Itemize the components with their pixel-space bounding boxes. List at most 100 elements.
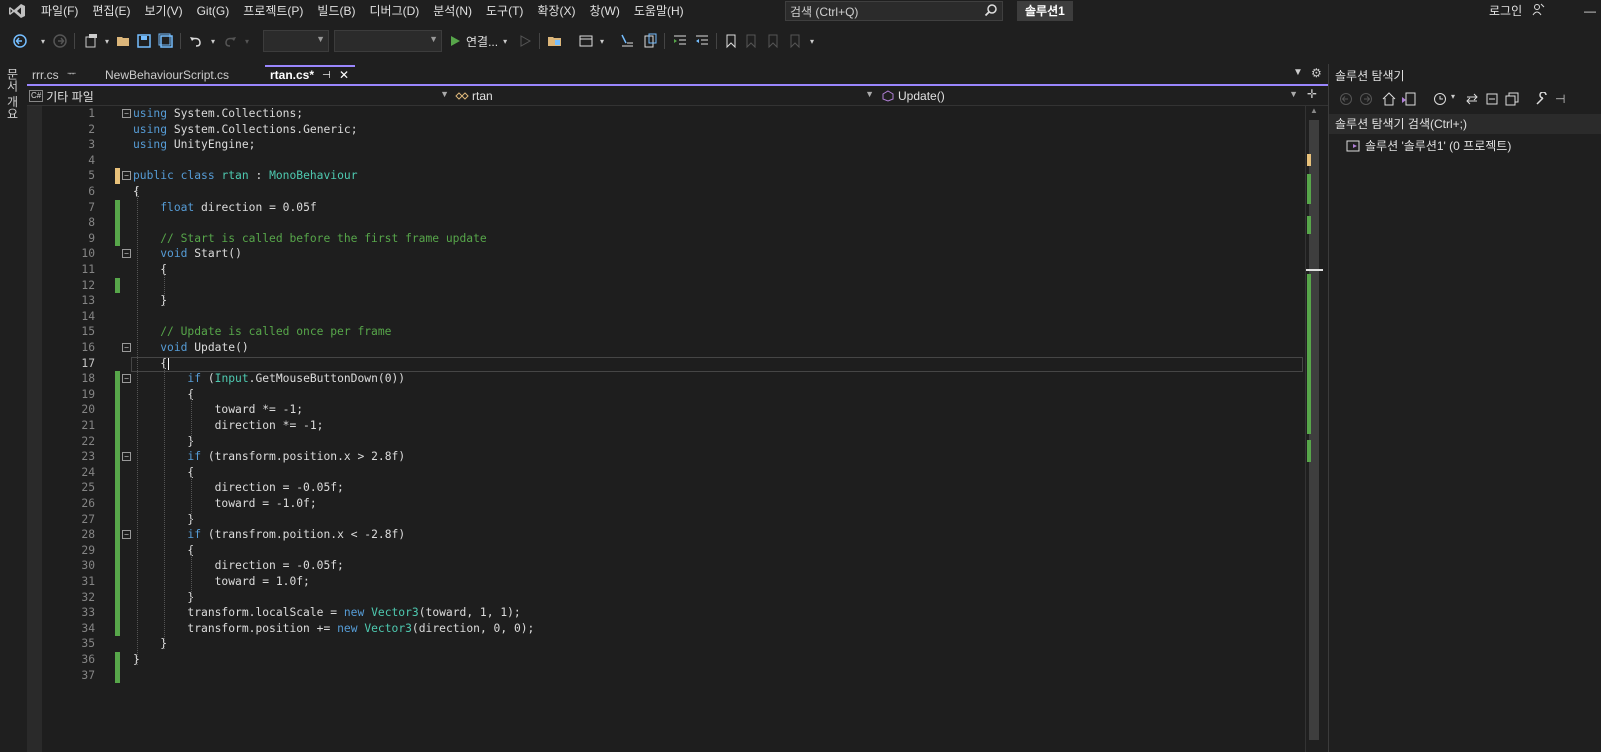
code-line[interactable]: 1 − using System.Collections;	[27, 106, 1305, 122]
tab-rrr[interactable]: rrr.cs ᅲ	[27, 65, 100, 85]
properties-wrench-icon[interactable]	[1535, 91, 1549, 109]
split-editor-icon[interactable]: ✛	[1307, 87, 1317, 101]
layout-icon[interactable]	[575, 30, 597, 52]
open-file-icon[interactable]	[114, 30, 134, 52]
menu-item[interactable]: Git(G)	[190, 0, 237, 22]
undo-dropdown-icon[interactable]: ▾	[208, 30, 218, 52]
pending-changes-filter-icon[interactable]	[1433, 92, 1447, 109]
code-line[interactable]: 10 − void Start()	[27, 246, 1305, 262]
back-icon[interactable]	[1339, 92, 1353, 109]
redo-icon[interactable]	[220, 30, 240, 52]
home-icon[interactable]	[1381, 92, 1397, 109]
type-select[interactable]: rtan ▼	[455, 87, 877, 105]
browse-folder-icon[interactable]	[545, 30, 565, 52]
redo-dropdown-icon[interactable]: ▾	[242, 30, 252, 52]
menu-item[interactable]: 프로젝트(P)	[236, 0, 310, 22]
start-debugging-button[interactable]: 연결... ▾	[449, 30, 519, 52]
code-line[interactable]: 30 direction = -0.05f;	[27, 558, 1305, 574]
clear-bookmarks-icon[interactable]	[786, 30, 804, 52]
sync-with-active-document-icon[interactable]	[1465, 92, 1479, 109]
code-line[interactable]: 5 − public class rtan : MonoBehaviour	[27, 168, 1305, 184]
code-line[interactable]: 34 transform.position += new Vector3(dir…	[27, 620, 1305, 637]
code-line[interactable]: 7 float direction = 0.05f	[27, 199, 1305, 216]
code-line[interactable]: 36}	[27, 652, 1305, 668]
menu-item[interactable]: 편집(E)	[85, 0, 137, 22]
scroll-up-icon[interactable]: ▲	[1310, 106, 1318, 115]
account-icon[interactable]	[1531, 3, 1545, 20]
code-line[interactable]: 17 {	[27, 356, 1305, 372]
code-line[interactable]: 4	[27, 153, 1305, 169]
next-bookmark-icon[interactable]	[764, 30, 782, 52]
tab-rtan[interactable]: rtan.cs* ⊣ ✕	[265, 65, 355, 85]
collapse-region-icon[interactable]: −	[122, 343, 131, 352]
code-line[interactable]: 18 − if (Input.GetMouseButtonDown(0))	[27, 371, 1305, 387]
gear-icon[interactable]: ⚙	[1311, 66, 1322, 80]
layout-dropdown-icon[interactable]: ▾	[597, 30, 607, 52]
menu-item[interactable]: 디버그(D)	[362, 0, 426, 22]
tab-newbehaviourscript[interactable]: NewBehaviourScript.cs	[100, 65, 263, 85]
minimize-button[interactable]: —	[1584, 0, 1596, 22]
show-all-files-icon[interactable]	[1505, 92, 1519, 109]
collapse-region-icon[interactable]: −	[122, 109, 131, 118]
code-line[interactable]: 8	[27, 215, 1305, 231]
menu-item[interactable]: 분석(N)	[426, 0, 479, 22]
solution-name-badge[interactable]: 솔루션1	[1017, 1, 1073, 21]
project-select[interactable]: C# 기타 파일 ▼	[29, 87, 452, 105]
code-line[interactable]: 15 // Update is called once per frame	[27, 324, 1305, 340]
menu-item[interactable]: 보기(V)	[137, 0, 189, 22]
code-line[interactable]: 28 − if (transfrom.poition.x < -2.8f)	[27, 527, 1305, 543]
collapse-all-icon[interactable]	[1485, 92, 1499, 109]
bookmark-icon[interactable]	[722, 30, 740, 52]
solution-tree-item[interactable]: 솔루션 '솔루션1' (0 프로젝트)	[1345, 137, 1511, 155]
code-line[interactable]: 13 }	[27, 293, 1305, 309]
menu-item[interactable]: 확장(X)	[530, 0, 582, 22]
indent-icon[interactable]	[670, 30, 690, 52]
navigate-back-dropdown-icon[interactable]: ▾	[38, 30, 48, 52]
solution-explorer-search-input[interactable]: 솔루션 탐색기 검색(Ctrl+;)	[1329, 114, 1601, 134]
tab-list-dropdown-icon[interactable]: ▼	[1293, 67, 1303, 78]
code-line[interactable]: 27 }	[27, 511, 1305, 528]
paste-special-icon[interactable]	[640, 30, 660, 52]
code-line[interactable]: 25 direction = -0.05f;	[27, 480, 1305, 496]
outdent-icon[interactable]	[692, 30, 712, 52]
code-line[interactable]: 24 {	[27, 464, 1305, 481]
global-search-input[interactable]: 검색 (Ctrl+Q)	[785, 1, 1003, 21]
code-line[interactable]: 12	[27, 277, 1305, 294]
code-line[interactable]: 33 transform.localScale = new Vector3(to…	[27, 605, 1305, 621]
code-line[interactable]: 21 direction *= -1;	[27, 418, 1305, 434]
collapse-region-icon[interactable]: −	[122, 249, 131, 259]
login-button[interactable]: 로그인	[1489, 0, 1522, 22]
code-line[interactable]: 6{	[27, 184, 1305, 200]
start-without-debugging-icon[interactable]	[517, 30, 533, 52]
code-line[interactable]: 29 {	[27, 542, 1305, 559]
collapse-region-icon[interactable]: −	[122, 452, 131, 462]
code-line[interactable]: 19 {	[27, 386, 1305, 403]
solution-configuration-select[interactable]: ▼	[263, 30, 329, 52]
code-line[interactable]: 23 − if (transform.position.x > 2.8f)	[27, 449, 1305, 465]
preview-selected-items-icon[interactable]: ⊣	[1555, 92, 1565, 106]
new-project-dropdown-icon[interactable]: ▾	[102, 30, 112, 52]
code-line[interactable]: 35 }	[27, 636, 1305, 652]
menu-item[interactable]: 도움말(H)	[627, 0, 691, 22]
code-line[interactable]: 3 using UnityEngine;	[27, 137, 1305, 153]
code-line[interactable]: 9 // Start is called before the first fr…	[27, 230, 1305, 247]
code-line[interactable]: 20 toward *= -1;	[27, 402, 1305, 418]
save-icon[interactable]	[134, 30, 154, 52]
code-line[interactable]: 14	[27, 309, 1305, 325]
code-line[interactable]: 2 using System.Collections.Generic;	[27, 122, 1305, 138]
menu-item[interactable]: 도구(T)	[479, 0, 530, 22]
new-project-icon[interactable]	[80, 30, 102, 52]
menu-item[interactable]: 빌드(B)	[310, 0, 362, 22]
toggle-comment-icon[interactable]	[617, 30, 637, 52]
code-line[interactable]: 32 }	[27, 589, 1305, 606]
code-line[interactable]: 26 toward = -1.0f;	[27, 496, 1305, 512]
code-line[interactable]: 22 }	[27, 433, 1305, 450]
close-icon[interactable]: ✕	[339, 67, 349, 84]
code-line[interactable]: 31 toward = 1.0f;	[27, 574, 1305, 590]
chevron-down-icon[interactable]: ▾	[1451, 92, 1455, 101]
code-line[interactable]: 16 − void Update()	[27, 340, 1305, 356]
code-line[interactable]: 11 {	[27, 262, 1305, 278]
pin-icon[interactable]: ⊣	[322, 67, 331, 84]
toolbar-overflow-icon[interactable]: ▾	[806, 30, 818, 52]
code-editor[interactable]: 1− using System.Collections; 2 using System…	[27, 106, 1305, 752]
